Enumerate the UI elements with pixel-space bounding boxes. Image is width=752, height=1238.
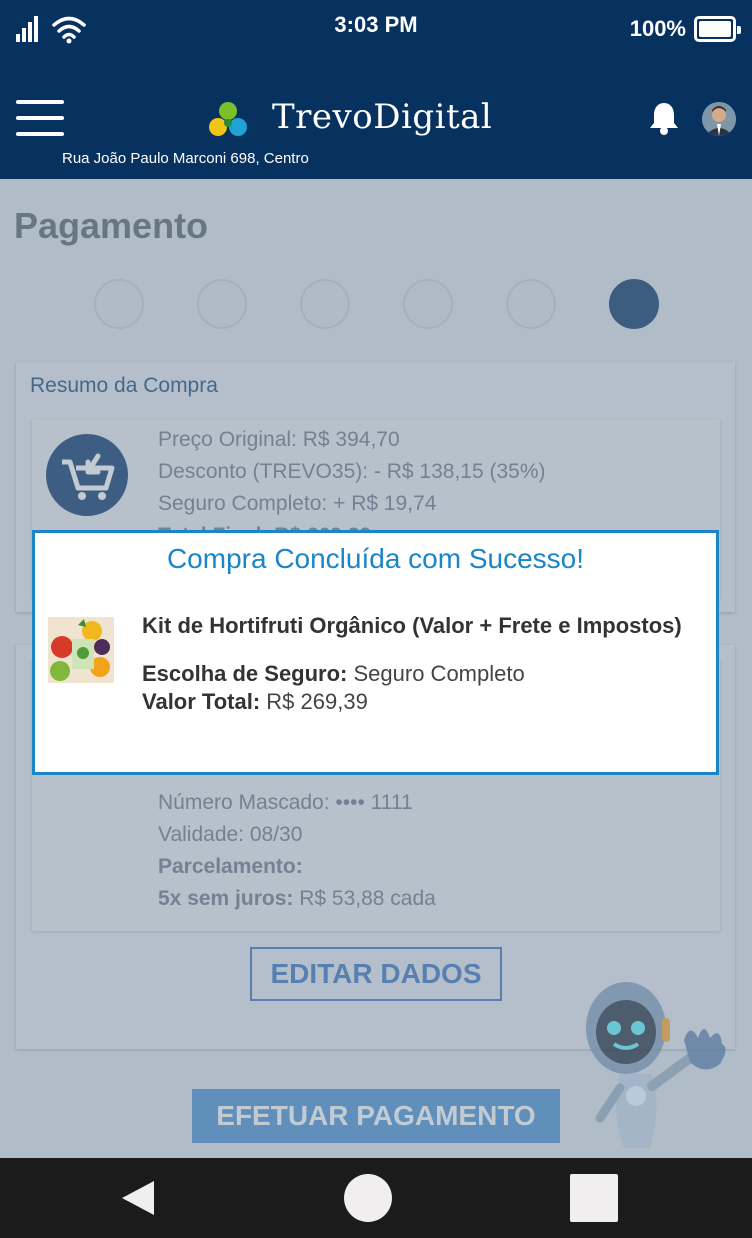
battery-icon [694,16,741,42]
recent-apps-icon[interactable] [570,1174,618,1222]
system-nav-bar [0,1158,752,1238]
avatar[interactable] [702,102,736,136]
clover-logo-icon [209,102,247,136]
menu-icon[interactable] [16,100,64,138]
insurance-choice: Escolha de Seguro: Seguro Completo [142,661,525,686]
app-header: 3:03 PM 100% TrevoDigital Rua João Paulo… [0,0,752,179]
success-modal: Compra Concluída com Sucesso! Kit de Hor… [32,530,719,775]
bell-icon[interactable] [648,100,680,136]
product-name: Kit de Hortifruti Orgânico (Valor + Fret… [142,613,682,638]
robot-mascot-icon [586,982,726,1148]
delivery-address[interactable]: Rua João Paulo Marconi 698, Centro [62,150,309,167]
brand-name: TrevoDigital [272,97,493,137]
back-icon[interactable] [120,1179,156,1217]
battery-percent: 100% [629,16,686,41]
home-icon[interactable] [344,1174,392,1222]
total-value: Valor Total: R$ 269,39 [142,689,368,714]
status-bar: 3:03 PM 100% [0,0,752,58]
product-image [48,617,114,683]
modal-title: Compra Concluída com Sucesso! [166,543,585,574]
